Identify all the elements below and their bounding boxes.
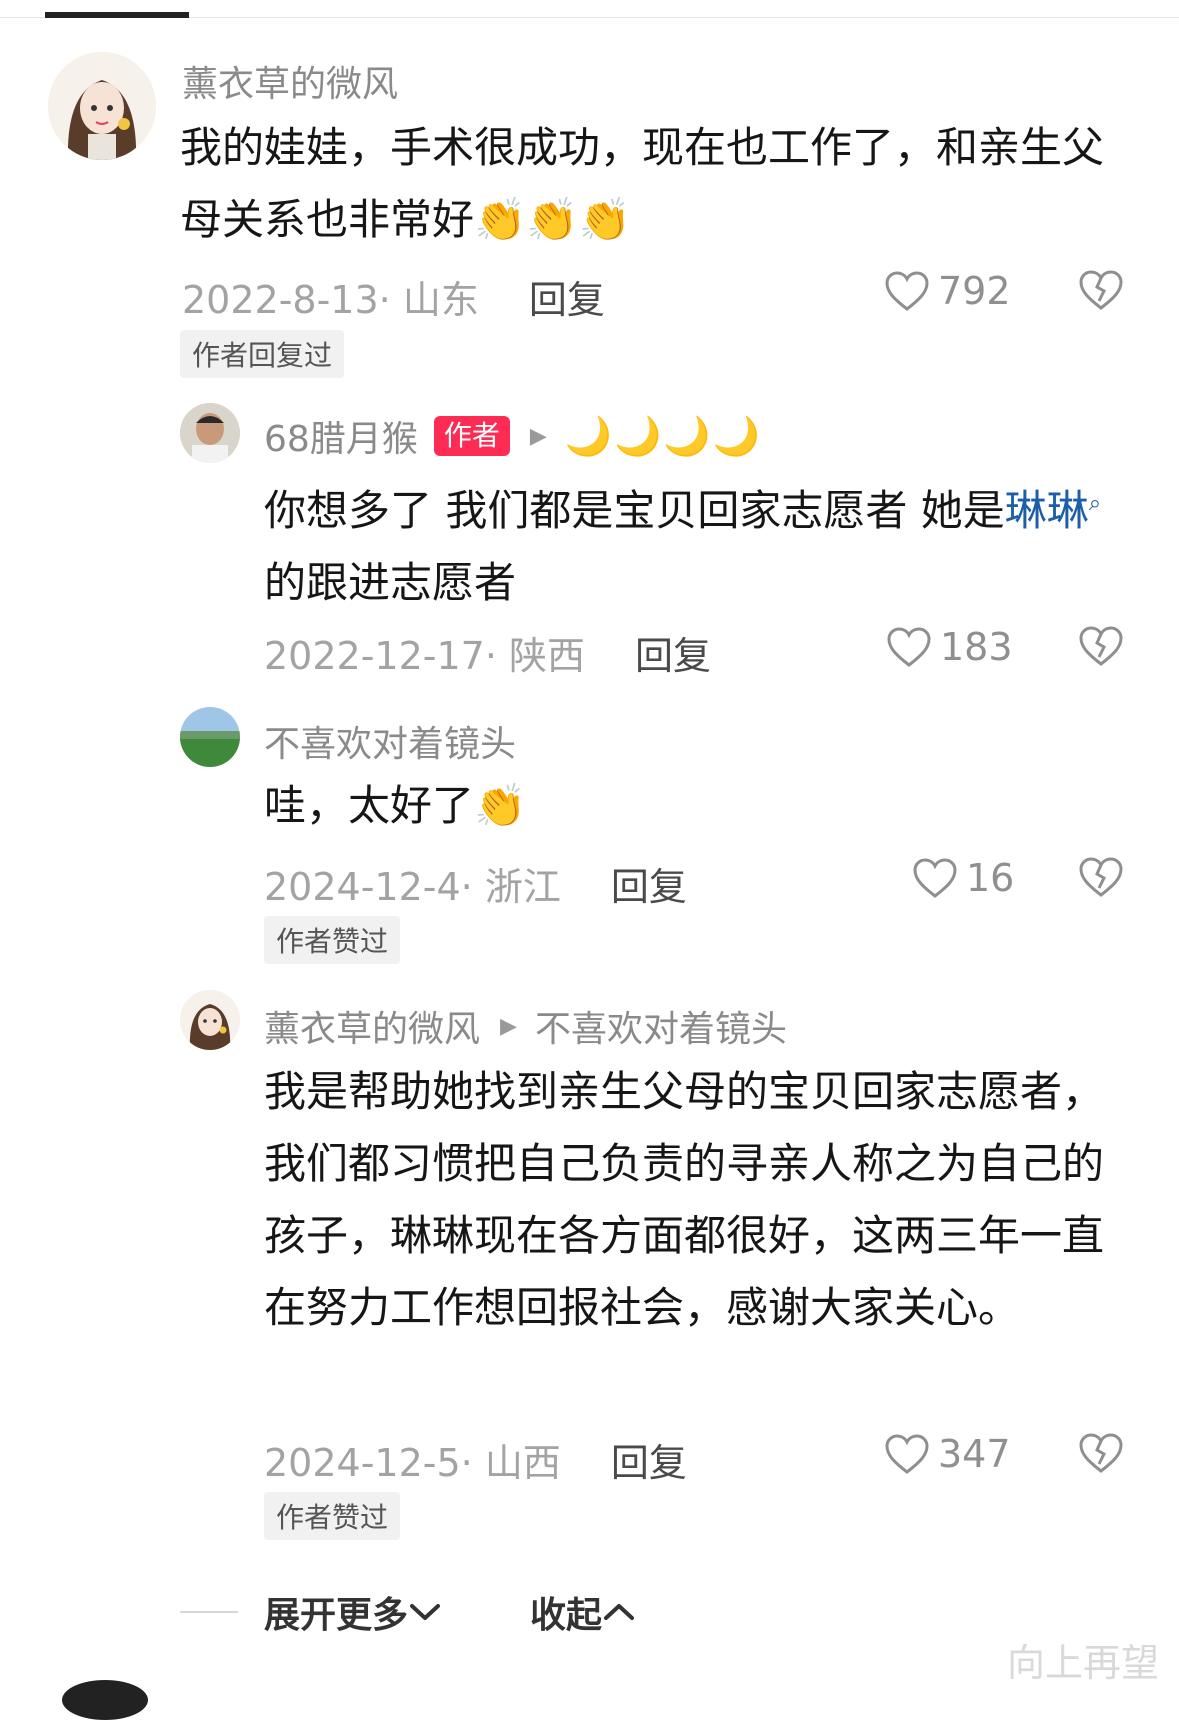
like-button[interactable]: 792 bbox=[884, 269, 1011, 313]
broken-heart-icon bbox=[1079, 857, 1123, 897]
broken-heart-icon bbox=[1079, 626, 1123, 666]
comment-text-part: 你想多了 我们都是宝贝回家志愿者 她是 bbox=[264, 486, 1005, 535]
mention-link[interactable]: 琳琳 bbox=[1005, 486, 1089, 535]
chevron-down-icon bbox=[410, 1604, 441, 1620]
divider bbox=[180, 1611, 238, 1613]
like-button[interactable]: 16 bbox=[912, 856, 1014, 900]
avatar[interactable] bbox=[180, 403, 240, 463]
dislike-button[interactable] bbox=[1078, 856, 1124, 902]
like-count: 16 bbox=[966, 856, 1015, 900]
replies-controls: 展开更多 收起 bbox=[180, 1586, 636, 1638]
like-button[interactable]: 183 bbox=[886, 625, 1013, 669]
like-count: 792 bbox=[938, 269, 1011, 313]
collapse-label: 收起 bbox=[530, 1595, 603, 1636]
reply-button[interactable]: 回复 bbox=[635, 625, 711, 680]
comment-date: 2024-12-4· 浙江 bbox=[264, 865, 561, 909]
reply-to-username[interactable]: 不喜欢对着镜头 bbox=[535, 1000, 787, 1052]
comment-text: 我的娃娃，手术很成功，现在也工作了，和亲生父母关系也非常好👏👏👏 bbox=[180, 123, 1105, 244]
comment-date: 2022-8-13· 山东 bbox=[182, 278, 479, 322]
author-liked-badge: 作者赞过 bbox=[264, 916, 401, 964]
like-count: 183 bbox=[940, 625, 1013, 669]
author-badge: 作者 bbox=[433, 416, 510, 456]
like-button[interactable]: 347 bbox=[884, 1432, 1011, 1476]
dislike-button[interactable] bbox=[1078, 269, 1124, 315]
author-liked-badge: 作者赞过 bbox=[264, 1492, 401, 1540]
comment-username[interactable]: 不喜欢对着镜头 bbox=[264, 715, 516, 767]
heart-outline-icon bbox=[885, 271, 929, 311]
comment-username-emoji: 🌙🌙🌙🌙 bbox=[564, 413, 763, 458]
avatar[interactable] bbox=[180, 990, 240, 1050]
comment-text: 你想多了 我们都是宝贝回家志愿者 她是琳琳⌕ 的跟进志愿者 bbox=[264, 468, 1104, 619]
avatar[interactable] bbox=[180, 707, 240, 767]
triangle-right-icon: ▶ bbox=[529, 423, 547, 449]
triangle-right-icon: ▶ bbox=[500, 1013, 517, 1039]
reply-button[interactable]: 回复 bbox=[529, 269, 605, 324]
comment-date: 2022-12-17· 陕西 bbox=[264, 634, 585, 678]
comment-text: 哇，太好了👏 bbox=[264, 781, 527, 830]
search-icon[interactable]: ⌕ bbox=[1089, 491, 1101, 516]
chevron-up-icon bbox=[604, 1604, 635, 1620]
heart-outline-icon bbox=[887, 627, 931, 667]
comment-text-part: 的跟进志愿者 bbox=[264, 558, 517, 607]
tab-indicator bbox=[45, 12, 189, 18]
broken-heart-icon bbox=[1079, 270, 1123, 310]
comment-date: 2024-12-5· 山西 bbox=[264, 1441, 561, 1485]
watermark: 向上再望 bbox=[1006, 1641, 1159, 1685]
like-count: 347 bbox=[938, 1432, 1011, 1476]
broken-heart-icon bbox=[1079, 1433, 1123, 1473]
collapse-button[interactable]: 收起 bbox=[530, 1586, 636, 1638]
heart-outline-icon bbox=[913, 858, 957, 898]
expand-more-button[interactable]: 展开更多 bbox=[264, 1586, 442, 1638]
dislike-button[interactable] bbox=[1078, 625, 1124, 671]
avatar[interactable] bbox=[62, 1680, 148, 1720]
reply-button[interactable]: 回复 bbox=[611, 856, 687, 911]
author-replied-badge: 作者回复过 bbox=[180, 330, 345, 378]
dislike-button[interactable] bbox=[1078, 1432, 1124, 1478]
comment-username[interactable]: 68腊月猴 bbox=[264, 410, 418, 462]
heart-outline-icon bbox=[885, 1434, 929, 1474]
comment-username[interactable]: 薰衣草的微风 bbox=[182, 55, 398, 107]
comment-text: 我是帮助她找到亲生父母的宝贝回家志愿者，我们都习惯把自己负责的寻亲人称之为自己的… bbox=[264, 1067, 1105, 1332]
comment-username[interactable]: 薰衣草的微风 bbox=[264, 1000, 480, 1052]
expand-more-label: 展开更多 bbox=[264, 1595, 409, 1636]
reply-button[interactable]: 回复 bbox=[611, 1432, 687, 1487]
avatar[interactable] bbox=[48, 52, 156, 160]
